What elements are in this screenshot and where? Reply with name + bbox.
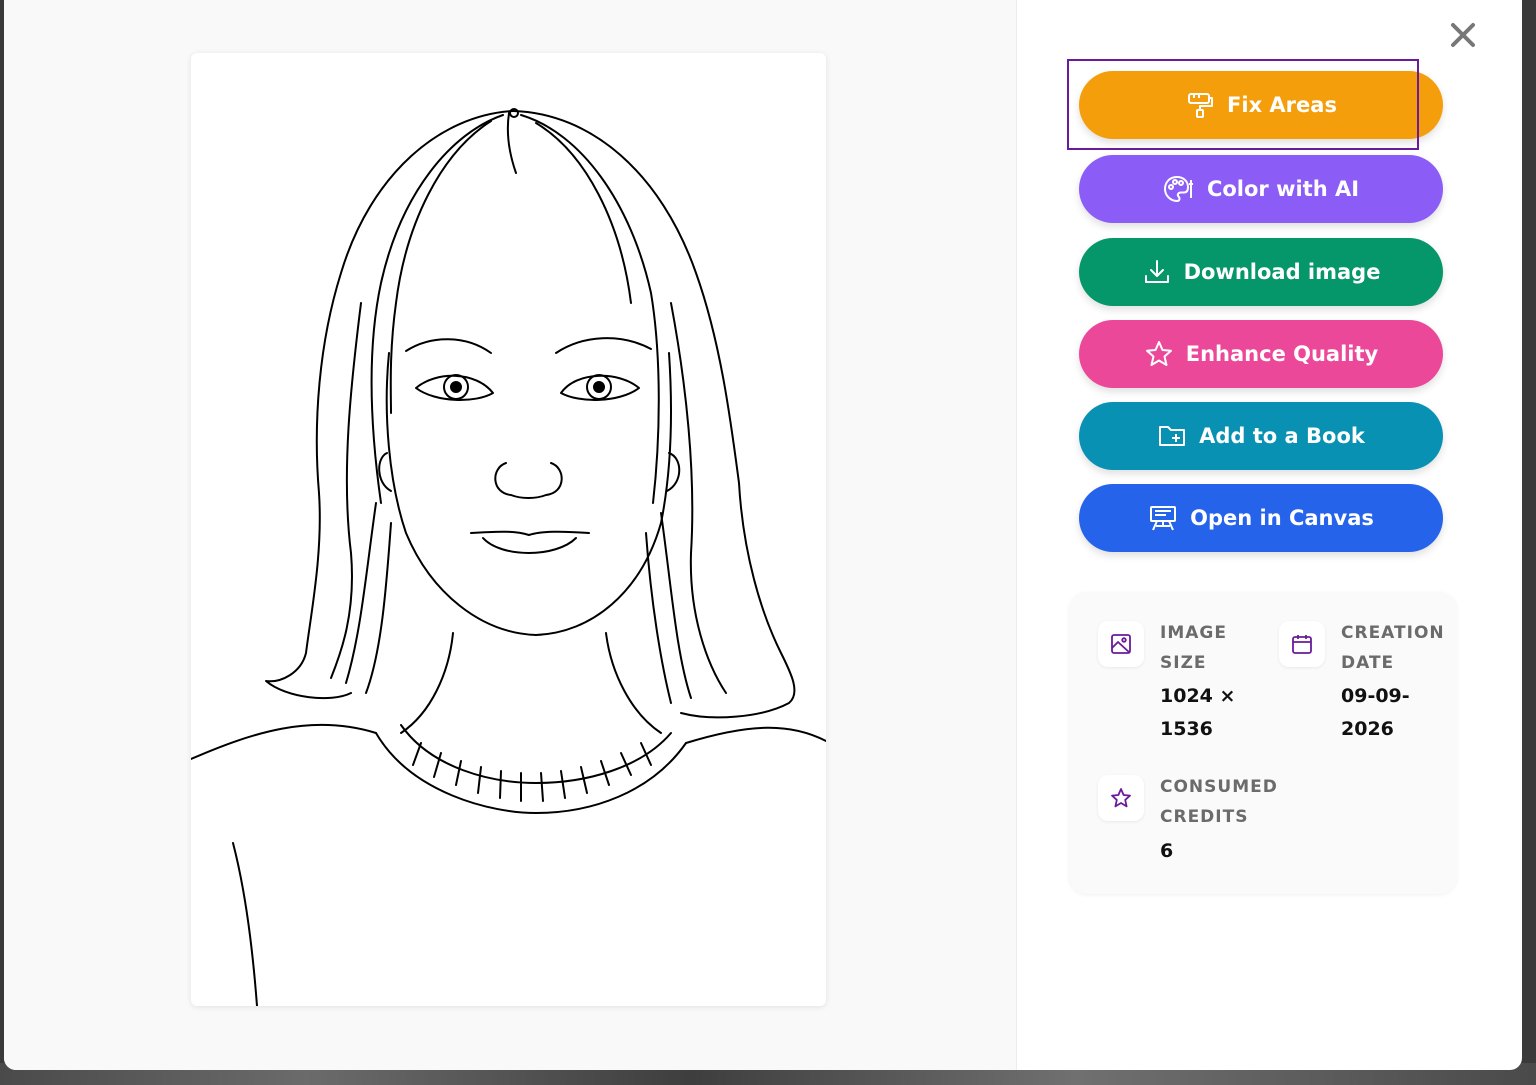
add-to-book-button[interactable]: Add to a Book [1079,402,1443,470]
close-icon [1451,23,1475,47]
download-image-button[interactable]: Download image [1079,238,1443,306]
open-in-canvas-label: Open in Canvas [1190,506,1374,530]
calendar-icon [1292,635,1312,654]
consumed-credits-label-line1: CONSUMED [1160,777,1278,797]
actions-panel: Fix Areas Color with AI Download image E… [1017,0,1507,1070]
consumed-credits-label-line2: CREDITS [1160,807,1249,827]
image-size-icon-box [1098,621,1144,667]
image-preview-pane [4,0,1017,1070]
folder-plus-icon [1159,426,1186,446]
open-in-canvas-button[interactable]: Open in Canvas [1079,484,1443,552]
image-size-label-line2: SIZE [1160,653,1207,673]
creation-date-value-line1: 09-09- [1341,685,1410,707]
consumed-credits-value: 6 [1160,840,1174,862]
creation-date-icon-box [1279,621,1325,667]
download-icon [1144,260,1169,283]
consumed-credits-icon-box [1098,775,1144,821]
star-icon [1145,341,1172,366]
image-detail-modal: Fix Areas Color with AI Download image E… [4,0,1522,1070]
image-size-label-line1: IMAGE [1160,623,1227,643]
image-size-value-line1: 1024 × [1160,685,1236,707]
coloring-page-preview [191,53,826,1006]
close-button[interactable] [1445,17,1481,53]
paint-roller-icon [1188,93,1214,118]
easel-icon [1150,506,1177,531]
palette-icon [1163,175,1193,203]
image-icon [1111,634,1131,654]
image-size-value-line2: 1536 [1160,718,1213,740]
fix-areas-button[interactable]: Fix Areas [1079,71,1443,139]
color-with-ai-button[interactable]: Color with AI [1079,155,1443,223]
color-with-ai-label: Color with AI [1206,177,1360,201]
image-info-card: IMAGE SIZE 1024 × 1536 CREATION DATE 09-… [1069,592,1457,894]
star-outline-icon [1111,788,1131,808]
enhance-quality-button[interactable]: Enhance Quality [1079,320,1443,388]
download-image-label: Download image [1183,260,1381,284]
line-art-portrait [191,108,826,1006]
creation-date-value-line2: 2026 [1341,718,1394,740]
fix-areas-label: Fix Areas [1227,93,1337,117]
creation-date-label-line1: CREATION [1341,623,1445,643]
enhance-quality-label: Enhance Quality [1185,342,1379,366]
add-to-book-label: Add to a Book [1199,424,1365,448]
creation-date-label-line2: DATE [1341,653,1395,673]
